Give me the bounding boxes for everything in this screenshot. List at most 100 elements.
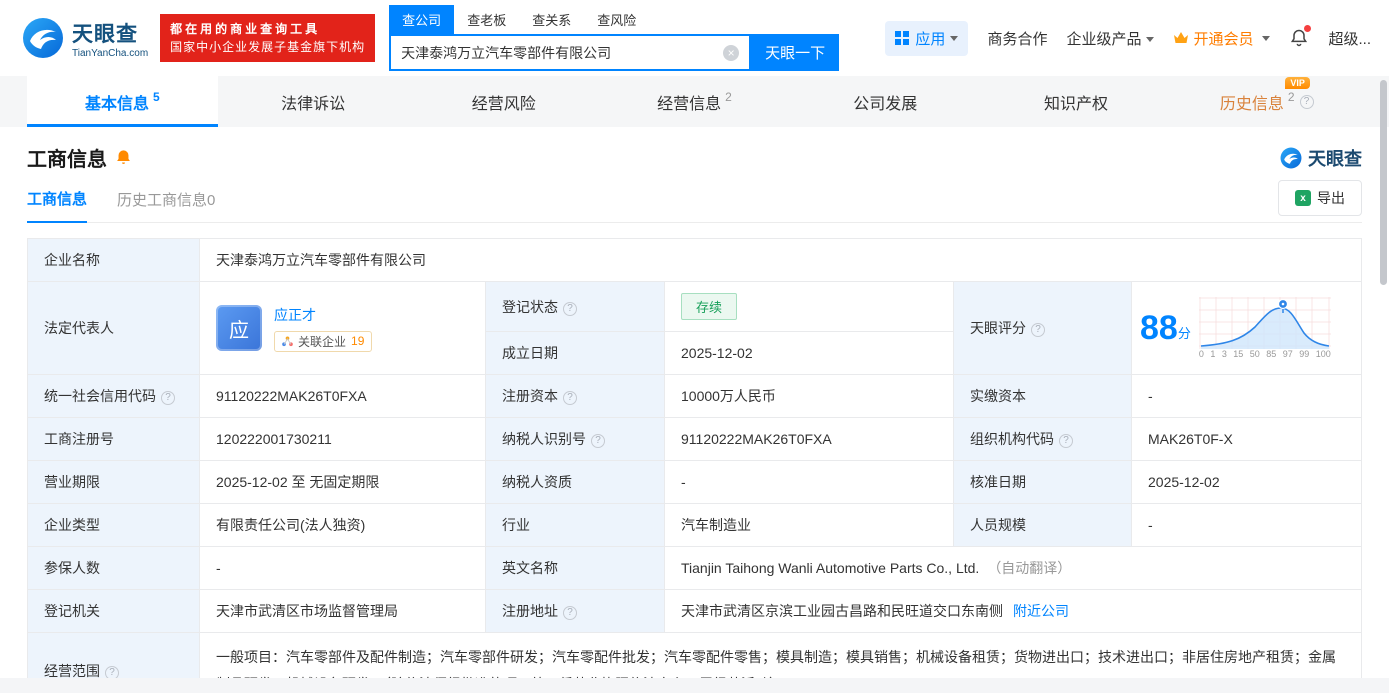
tab-business-info[interactable]: 经营信息 2 xyxy=(599,76,790,127)
tab-history-info[interactable]: 历史信息 VIP 2 xyxy=(1171,76,1362,127)
nav-open-vip-label: 开通会员 xyxy=(1193,30,1254,48)
row-company-type: 企业类型 有限责任公司(法人独资) 行业 汽车制造业 人员规模 - xyxy=(27,503,1362,547)
tab-legal-proceedings[interactable]: 法律诉讼 xyxy=(218,76,409,127)
search-tab-relation[interactable]: 查关系 xyxy=(519,5,584,34)
apps-menu-button[interactable]: 应用 xyxy=(885,20,969,56)
tab-intellectual-property[interactable]: 知识产权 xyxy=(981,76,1172,127)
main-tabs: 基本信息 5 法律诉讼 经营风险 经营信息 2 公司发展 知识产权 历史信息 V… xyxy=(0,76,1389,127)
watermark-logo-icon xyxy=(1280,147,1302,168)
notification-red-dot xyxy=(1304,25,1312,32)
value-industry: 汽车制造业 xyxy=(664,503,954,547)
nav-business-coop[interactable]: 商务合作 xyxy=(987,28,1047,49)
help-icon[interactable] xyxy=(563,301,577,316)
value-established-date: 2025-12-02 xyxy=(664,331,954,375)
row-registration-authority: 登记机关 天津市武清区市场监督管理局 注册地址 天津市武清区京滨工业园古昌路和民… xyxy=(27,589,1362,633)
legal-rep-name-link[interactable]: 应正才 xyxy=(274,305,372,325)
value-legal-representative: 应 应正才 关联企业 19 xyxy=(199,281,486,375)
clear-search-icon[interactable] xyxy=(723,44,740,61)
label-business-term: 营业期限 xyxy=(27,460,200,504)
value-tianyan-score: 88 分 0 1 3 15 50 85 97 99 100 xyxy=(1131,281,1362,375)
row-business-term: 营业期限 2025-12-02 至 无固定期限 纳税人资质 - 核准日期 202… xyxy=(27,460,1362,504)
tab-business-info-count: 2 xyxy=(725,89,732,104)
label-legal-representative: 法定代表人 xyxy=(27,281,200,375)
score-number: 88 xyxy=(1140,309,1178,347)
label-industry: 行业 xyxy=(485,503,665,547)
english-name-text: Tianjin Taihong Wanli Automotive Parts C… xyxy=(681,560,980,576)
label-org-code: 组织机构代码 xyxy=(953,417,1132,461)
search-area: 查公司 查老板 查关系 查风险 天眼一下 xyxy=(389,5,840,71)
related-companies-badge[interactable]: 关联企业 19 xyxy=(274,330,373,352)
monitor-bell-icon[interactable] xyxy=(115,149,132,166)
row-credit-code: 统一社会信用代码 91120222MAK26T0FXA 注册资本 10000万人… xyxy=(27,374,1362,418)
score-unit: 分 xyxy=(1177,326,1191,341)
slogan-line1: 都在用的商业查询工具 xyxy=(170,22,321,36)
label-approval-date: 核准日期 xyxy=(953,460,1132,504)
label-insured-count: 参保人数 xyxy=(27,546,200,590)
related-companies-count: 19 xyxy=(351,334,365,348)
value-registered-capital: 10000万人民币 xyxy=(664,374,954,418)
tab-basic-info-count: 5 xyxy=(153,89,160,104)
nav-open-vip[interactable]: 开通会员 xyxy=(1173,28,1271,49)
help-icon[interactable] xyxy=(1059,434,1073,448)
help-icon[interactable] xyxy=(105,665,119,678)
registered-address-text: 天津市武清区京滨工业园古昌路和民旺道交口东南侧 xyxy=(681,603,1003,619)
score-curve-chart xyxy=(1198,297,1331,349)
tab-operational-risk[interactable]: 经营风险 xyxy=(408,76,599,127)
legal-rep-avatar[interactable]: 应 xyxy=(216,305,262,351)
help-icon[interactable] xyxy=(1299,94,1314,109)
value-staff-size: - xyxy=(1131,503,1362,547)
subtab-history-business-registration[interactable]: 历史工商信息0 xyxy=(117,189,215,222)
help-icon[interactable] xyxy=(591,434,605,448)
search-button[interactable]: 天眼一下 xyxy=(751,34,840,71)
value-registration-number: 120222001730211 xyxy=(199,417,486,461)
label-registered-address-text: 注册地址 xyxy=(502,603,558,619)
help-icon[interactable] xyxy=(563,606,577,620)
label-tianyan-score-text: 天眼评分 xyxy=(970,320,1026,336)
value-registration-authority: 天津市武清区市场监督管理局 xyxy=(199,589,486,633)
tab-history-info-count: 2 xyxy=(1287,89,1295,104)
value-org-code: MAK26T0F-X xyxy=(1131,417,1362,461)
notification-bell-button[interactable] xyxy=(1289,25,1312,48)
nav-enterprise-products[interactable]: 企业级产品 xyxy=(1066,28,1155,49)
user-name[interactable]: 超级... xyxy=(1328,28,1371,49)
label-staff-size: 人员规模 xyxy=(953,503,1132,547)
scrollbar[interactable] xyxy=(1380,80,1387,285)
value-english-name: Tianjin Taihong Wanli Automotive Parts C… xyxy=(664,546,1362,590)
watermark-text: 天眼查 xyxy=(1308,148,1362,169)
value-insured-count: - xyxy=(199,546,486,590)
nearby-companies-link[interactable]: 附近公司 xyxy=(1013,603,1069,619)
search-input[interactable] xyxy=(401,44,724,61)
tab-operational-risk-label: 经营风险 xyxy=(471,95,536,113)
value-approval-date: 2025-12-02 xyxy=(1131,460,1362,504)
top-nav: 应用 商务合作 企业级产品 开通会员 超级... xyxy=(885,20,1371,56)
export-button[interactable]: 导出 xyxy=(1278,180,1362,216)
subtab-business-registration[interactable]: 工商信息 xyxy=(27,188,88,223)
label-company-name: 企业名称 xyxy=(27,238,200,282)
search-tab-boss[interactable]: 查老板 xyxy=(454,5,519,34)
value-registered-address: 天津市武清区京滨工业园古昌路和民旺道交口东南侧 附近公司 xyxy=(664,589,1362,633)
page: 天眼查 TianYanCha.com 都在用的商业查询工具 国家中小企业发展子基… xyxy=(0,0,1389,693)
label-registration-status-text: 登记状态 xyxy=(502,298,558,315)
tab-basic-info[interactable]: 基本信息 5 xyxy=(27,76,218,127)
value-registration-status: 存续 xyxy=(664,281,954,332)
label-registered-capital: 注册资本 xyxy=(485,374,665,418)
tianyancha-logo[interactable]: 天眼查 TianYanCha.com xyxy=(22,17,148,59)
value-taxpayer-quality: - xyxy=(664,460,954,504)
subtab-row: 工商信息 历史工商信息0 导出 xyxy=(27,180,1362,223)
search-tab-risk[interactable]: 查风险 xyxy=(584,5,649,34)
tab-history-info-label: 历史信息 xyxy=(1219,95,1284,113)
help-icon[interactable] xyxy=(1031,323,1045,337)
row-registration-number: 工商注册号 120222001730211 纳税人识别号 91120222MAK… xyxy=(27,417,1362,461)
related-companies-label: 关联企业 xyxy=(298,334,347,349)
tab-company-development[interactable]: 公司发展 xyxy=(790,76,981,127)
logo-title: 天眼查 xyxy=(72,22,138,46)
chevron-down-icon xyxy=(950,35,959,41)
help-icon[interactable] xyxy=(161,391,175,405)
help-icon[interactable] xyxy=(563,391,577,405)
label-taxpayer-id: 纳税人识别号 xyxy=(485,417,665,461)
label-credit-code-text: 统一社会信用代码 xyxy=(44,388,156,404)
search-tab-company[interactable]: 查公司 xyxy=(389,5,455,34)
vip-badge: VIP xyxy=(1285,76,1310,89)
slogan-badge: 都在用的商业查询工具 国家中小企业发展子基金旗下机构 xyxy=(160,14,376,62)
label-tianyan-score: 天眼评分 xyxy=(953,281,1132,375)
